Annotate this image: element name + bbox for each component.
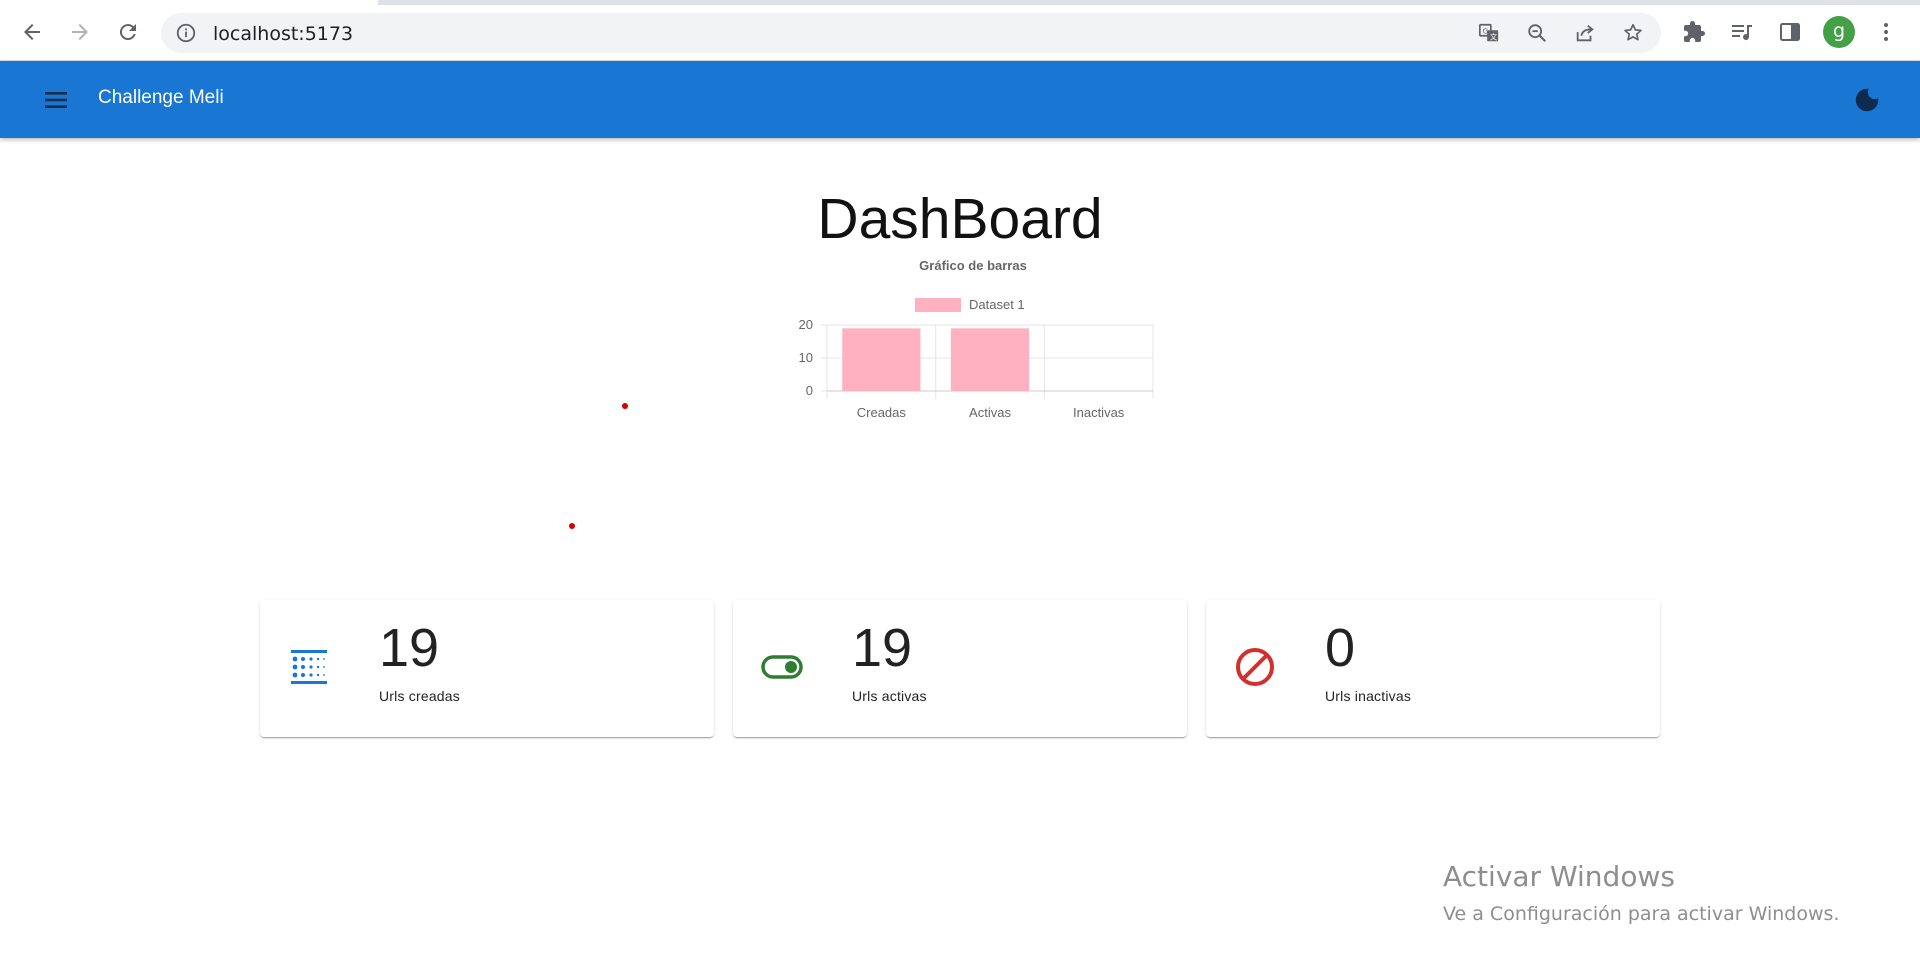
legend-swatch[interactable] (915, 298, 961, 312)
stat-label: Urls inactivas (1325, 688, 1412, 704)
share-icon[interactable] (1574, 22, 1596, 44)
bar-chart: Gráfico de barras Dataset 1 Creadas Activ… (760, 250, 1160, 430)
stat-value: 19 (852, 618, 913, 678)
stat-card-inactive: 0 Urls inactivas (1206, 600, 1660, 737)
bar-activas[interactable] (950, 328, 1030, 391)
browser-toolbar: localhost:5173 G 文 g (0, 6, 1920, 60)
back-button[interactable] (14, 14, 50, 50)
forward-icon (72, 24, 88, 40)
y-tick-label: 20 (799, 317, 813, 332)
zoom-out-icon[interactable] (1526, 22, 1548, 44)
reload-icon (119, 24, 136, 41)
more-button[interactable] (1868, 14, 1904, 50)
back-icon (24, 24, 40, 40)
info-icon[interactable] (175, 22, 197, 44)
stat-value: 19 (379, 618, 440, 678)
stat-value: 0 (1325, 618, 1356, 678)
tab-strip-bar (378, 0, 1920, 5)
legend-label[interactable]: Dataset 1 (969, 297, 1025, 312)
y-tick-label: 10 (799, 350, 813, 365)
x-tick-label: Activas (969, 405, 1011, 420)
chart-title: Gráfico de barras (919, 258, 1027, 273)
chart-y-ticks: 0 10 20 (799, 317, 813, 398)
stat-card-created: 19 Urls creadas (260, 600, 714, 737)
toggle-on-icon (761, 655, 803, 679)
x-tick-label: Creadas (857, 405, 907, 420)
bar-chart-svg: Gráfico de barras Dataset 1 Creadas Activ… (799, 258, 1154, 420)
forward-button[interactable] (62, 14, 98, 50)
theme-toggle-button[interactable] (1852, 85, 1882, 115)
side-panel-icon (1780, 23, 1800, 41)
menu-icon (45, 92, 67, 108)
url-text[interactable]: localhost:5173 (213, 23, 353, 45)
profile-avatar[interactable]: g (1823, 16, 1855, 48)
app-bar: Challenge Meli (0, 61, 1920, 138)
y-tick-label: 0 (806, 383, 813, 398)
list-dots-icon (291, 650, 327, 684)
address-bar[interactable]: localhost:5173 G 文 (161, 13, 1661, 53)
svg-text:G: G (1483, 26, 1489, 35)
translate-icon[interactable]: G 文 (1478, 22, 1500, 44)
red-dot-marker (622, 403, 628, 409)
dark-mode-icon (1855, 88, 1879, 112)
reload-button[interactable] (110, 14, 146, 50)
stat-label: Urls creadas (379, 688, 460, 704)
extensions-button[interactable] (1676, 14, 1712, 50)
windows-activation-watermark: Activar Windows Ve a Configuración para … (1443, 860, 1839, 925)
menu-button[interactable] (36, 83, 76, 117)
side-panel-button[interactable] (1772, 14, 1808, 50)
page-title: DashBoard (817, 187, 1103, 251)
media-icon (1732, 25, 1752, 41)
x-tick-label: Inactivas (1073, 405, 1125, 420)
app-title: Challenge Meli (98, 87, 224, 108)
red-dot-marker (569, 523, 575, 529)
block-icon (1236, 648, 1274, 686)
extensions-icon (1684, 21, 1705, 42)
watermark-title: Activar Windows (1443, 860, 1675, 893)
stat-label: Urls activas (852, 688, 927, 704)
media-button[interactable] (1724, 14, 1760, 50)
star-icon[interactable] (1622, 22, 1644, 44)
chart-legend: Dataset 1 (915, 297, 1025, 312)
chart-x-ticks: Creadas Activas Inactivas (857, 405, 1125, 420)
more-icon (1884, 23, 1888, 41)
bar-creadas[interactable] (842, 328, 921, 391)
stat-card-active: 19 Urls activas (733, 600, 1187, 737)
svg-text:文: 文 (1490, 32, 1498, 41)
watermark-subtitle: Ve a Configuración para activar Windows. (1443, 903, 1840, 925)
